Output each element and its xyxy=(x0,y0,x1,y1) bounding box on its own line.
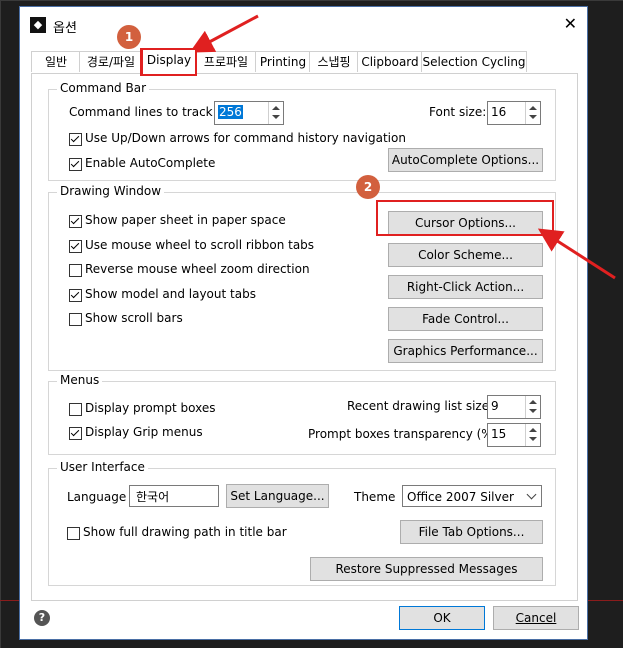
user-interface-group: User Interface Language 한국어 Set Language… xyxy=(48,460,556,586)
cursor-options-highlight xyxy=(376,200,554,236)
grip-menus-checkbox[interactable] xyxy=(69,427,82,440)
paper-sheet-label: Show paper sheet in paper space xyxy=(85,213,286,227)
font-size-value: 16 xyxy=(491,105,507,119)
restore-suppressed-messages-button[interactable]: Restore Suppressed Messages xyxy=(310,557,543,581)
scroll-bars-checkbox[interactable] xyxy=(69,313,82,326)
theme-select[interactable]: Office 2007 Silver xyxy=(402,485,542,507)
chevron-down-icon xyxy=(526,489,537,500)
font-size-stepper[interactable]: 16 xyxy=(487,101,541,125)
reverse-zoom-checkbox[interactable] xyxy=(69,264,82,277)
background-redline-right xyxy=(588,600,623,601)
updown-history-label: Use Up/Down arrows for command history n… xyxy=(85,131,406,145)
paper-sheet-checkbox[interactable] xyxy=(69,215,82,228)
model-layout-tabs-label: Show model and layout tabs xyxy=(85,287,256,301)
stepper-arrows[interactable] xyxy=(525,424,540,446)
stepper-arrows[interactable] xyxy=(525,102,540,124)
wheel-scroll-ribbon-label: Use mouse wheel to scroll ribbon tabs xyxy=(85,238,315,252)
group-title: Drawing Window xyxy=(57,184,165,198)
background-divider xyxy=(0,0,1,648)
file-tab-options-button[interactable]: File Tab Options... xyxy=(400,520,543,544)
font-size-label: Font size: xyxy=(429,105,487,119)
transparency-label: Prompt boxes transparency (%): xyxy=(308,427,502,441)
wheel-scroll-ribbon-checkbox[interactable] xyxy=(69,240,82,253)
help-icon[interactable]: ? xyxy=(34,610,50,626)
tab-general[interactable]: 일반 xyxy=(31,51,81,72)
tab-clipboard[interactable]: Clipboard xyxy=(357,51,423,72)
theme-label: Theme xyxy=(354,490,396,504)
full-path-label: Show full drawing path in title bar xyxy=(83,525,287,539)
window-title: 옵션 xyxy=(53,21,77,36)
tab-selection-cycling[interactable]: Selection Cycling xyxy=(421,51,527,72)
set-language-button[interactable]: Set Language... xyxy=(226,484,329,508)
tab-display[interactable]: Display xyxy=(141,48,197,76)
step-2-badge: 2 xyxy=(356,175,380,199)
autocomplete-label: Enable AutoComplete xyxy=(85,156,216,170)
stepper-arrows[interactable] xyxy=(268,102,283,124)
autocomplete-options-button[interactable]: AutoComplete Options... xyxy=(388,148,543,172)
updown-history-checkbox[interactable] xyxy=(69,133,82,146)
tab-snapping[interactable]: 스냅핑 xyxy=(309,51,359,72)
fade-control-button[interactable]: Fade Control... xyxy=(388,307,543,331)
tab-printing[interactable]: Printing xyxy=(255,51,311,72)
command-bar-group: Command Bar Command lines to track: 256 … xyxy=(48,81,556,181)
command-lines-value: 256 xyxy=(218,105,243,119)
tab-paths[interactable]: 경로/파일 xyxy=(79,51,143,72)
color-scheme-button[interactable]: Color Scheme... xyxy=(388,243,543,267)
language-label: Language xyxy=(67,490,127,504)
prompt-boxes-checkbox[interactable] xyxy=(69,403,82,416)
group-title: Command Bar xyxy=(57,81,150,95)
options-dialog: ◆ 옵션 ✕ 일반 경로/파일 Display 프로파일 Printing 스냅… xyxy=(19,6,588,640)
transparency-stepper[interactable]: 15 xyxy=(487,423,541,447)
step-1-badge: 1 xyxy=(117,25,141,49)
scroll-bars-label: Show scroll bars xyxy=(85,311,183,325)
prompt-boxes-label: Display prompt boxes xyxy=(85,401,216,415)
tab-profile[interactable]: 프로파일 xyxy=(195,51,257,72)
recent-list-value: 9 xyxy=(491,399,499,413)
group-title: Menus xyxy=(57,373,103,387)
autocomplete-checkbox[interactable] xyxy=(69,158,82,171)
app-icon: ◆ xyxy=(30,17,46,33)
group-title: User Interface xyxy=(57,460,148,474)
theme-value: Office 2007 Silver xyxy=(407,490,514,504)
background-redline-left xyxy=(0,600,19,601)
menus-group: Menus Display prompt boxes Display Grip … xyxy=(48,373,556,455)
recent-list-stepper[interactable]: 9 xyxy=(487,395,541,419)
full-path-checkbox[interactable] xyxy=(67,527,80,540)
grip-menus-label: Display Grip menus xyxy=(85,425,203,439)
title-bar: ◆ 옵션 ✕ xyxy=(20,7,587,41)
language-field[interactable]: 한국어 xyxy=(129,485,219,507)
reverse-zoom-label: Reverse mouse wheel zoom direction xyxy=(85,262,310,276)
background-divider xyxy=(0,0,623,1)
stepper-arrows[interactable] xyxy=(525,396,540,418)
right-click-action-button[interactable]: Right-Click Action... xyxy=(388,275,543,299)
display-tab-panel: Command Bar Command lines to track: 256 … xyxy=(31,73,578,601)
cancel-button[interactable]: Cancel xyxy=(493,606,579,630)
ok-button[interactable]: OK xyxy=(399,606,485,630)
command-lines-label: Command lines to track: xyxy=(69,105,217,119)
graphics-performance-button[interactable]: Graphics Performance... xyxy=(388,339,543,363)
recent-list-label: Recent drawing list size: xyxy=(347,399,494,413)
close-icon[interactable]: ✕ xyxy=(564,14,577,33)
command-lines-stepper[interactable]: 256 xyxy=(214,101,284,125)
transparency-value: 15 xyxy=(491,427,507,441)
model-layout-tabs-checkbox[interactable] xyxy=(69,289,82,302)
